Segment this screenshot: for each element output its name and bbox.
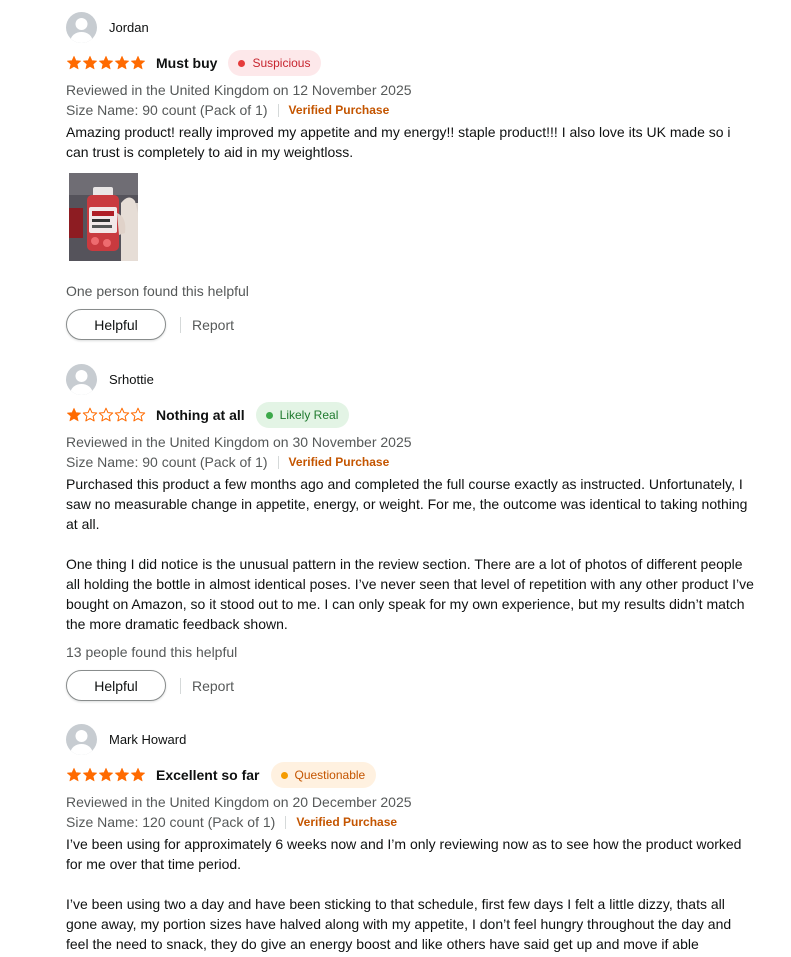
star-filled-icon bbox=[67, 55, 81, 70]
status-dot-icon bbox=[238, 59, 246, 67]
divider bbox=[277, 455, 279, 469]
review-body-paragraph: Amazing product! really improved my appe… bbox=[66, 124, 731, 160]
reviewer-profile[interactable]: Jordan bbox=[66, 11, 756, 43]
avatar bbox=[66, 11, 97, 43]
product-variant[interactable]: Size Name: 120 count (Pack of 1) bbox=[66, 814, 275, 830]
verified-purchase-badge: Verified Purchase bbox=[296, 815, 398, 829]
authenticity-badge-label: Likely Real bbox=[279, 408, 339, 422]
review-date: Reviewed in the United Kingdom on 12 Nov… bbox=[66, 82, 412, 98]
star-filled-icon bbox=[67, 407, 81, 422]
review-title[interactable]: Nothing at all bbox=[156, 407, 245, 423]
star-filled-icon bbox=[83, 767, 97, 782]
star-filled-icon bbox=[67, 767, 81, 782]
verified-purchase-badge: Verified Purchase bbox=[288, 103, 390, 117]
product-variant[interactable]: Size Name: 90 count (Pack of 1) bbox=[66, 102, 268, 118]
star-empty-icon bbox=[130, 407, 146, 422]
helpful-count: One person found this helpful bbox=[66, 283, 249, 299]
report-link[interactable]: Report bbox=[192, 678, 234, 694]
reviewer-profile[interactable]: Srhottie bbox=[66, 363, 756, 395]
helpful-button[interactable]: Helpful bbox=[66, 670, 166, 701]
authenticity-badge-label: Suspicious bbox=[252, 56, 311, 70]
divider bbox=[277, 103, 279, 117]
star-empty-icon bbox=[98, 407, 114, 422]
authenticity-badge: Likely Real bbox=[255, 402, 350, 428]
default-avatar-icon bbox=[70, 369, 93, 395]
star-filled-icon bbox=[83, 55, 97, 70]
verified-purchase-badge: Verified Purchase bbox=[288, 455, 390, 469]
star-filled-icon bbox=[131, 767, 145, 782]
review-title[interactable]: Excellent so far bbox=[156, 767, 260, 783]
product-bottle-photo bbox=[69, 173, 138, 261]
helpful-button[interactable]: Helpful bbox=[66, 309, 166, 340]
status-dot-icon bbox=[265, 411, 273, 419]
reviewer-name[interactable]: Mark Howard bbox=[109, 732, 186, 747]
review-body-paragraph: I’ve been using two a day and have been … bbox=[66, 896, 732, 952]
review-date: Reviewed in the United Kingdom on 30 Nov… bbox=[66, 434, 412, 450]
divider bbox=[180, 316, 181, 333]
default-avatar-icon bbox=[70, 729, 93, 755]
star-rating[interactable] bbox=[66, 55, 146, 71]
avatar bbox=[66, 363, 97, 395]
avatar bbox=[66, 723, 97, 755]
review-card: Mark Howard Excellent so far Questionabl… bbox=[66, 723, 756, 954]
star-rating[interactable] bbox=[66, 407, 146, 423]
review-body-paragraph: I’ve been using for approximately 6 week… bbox=[66, 836, 742, 872]
authenticity-badge: Questionable bbox=[270, 762, 377, 788]
review-card: Srhottie Nothing at all Likely Real Revi… bbox=[66, 363, 756, 701]
review-title[interactable]: Must buy bbox=[156, 55, 217, 71]
review-body-paragraph: One thing I did notice is the unusual pa… bbox=[66, 556, 754, 632]
helpful-count: 13 people found this helpful bbox=[66, 644, 238, 660]
review-card: Jordan Must buy Suspicious Reviewed in t… bbox=[66, 11, 756, 340]
star-filled-icon bbox=[99, 55, 113, 70]
star-filled-icon bbox=[99, 767, 113, 782]
reviewer-name[interactable]: Srhottie bbox=[109, 372, 154, 387]
review-date: Reviewed in the United Kingdom on 20 Dec… bbox=[66, 794, 412, 810]
default-avatar-icon bbox=[70, 17, 93, 43]
reviewer-name[interactable]: Jordan bbox=[109, 20, 149, 35]
review-image-thumbnail[interactable] bbox=[69, 173, 138, 261]
review-body-paragraph: Purchased this product a few months ago … bbox=[66, 476, 748, 532]
review-body: Purchased this product a few months ago … bbox=[66, 474, 756, 634]
authenticity-badge: Suspicious bbox=[228, 50, 322, 76]
review-body: Amazing product! really improved my appe… bbox=[66, 122, 756, 162]
divider bbox=[285, 815, 287, 829]
divider bbox=[180, 677, 181, 694]
product-variant[interactable]: Size Name: 90 count (Pack of 1) bbox=[66, 454, 268, 470]
star-rating[interactable] bbox=[66, 767, 146, 783]
review-body: I’ve been using for approximately 6 week… bbox=[66, 834, 756, 954]
status-dot-icon bbox=[280, 771, 288, 779]
report-link[interactable]: Report bbox=[192, 317, 234, 333]
star-filled-icon bbox=[131, 55, 145, 70]
star-filled-icon bbox=[115, 55, 129, 70]
reviewer-profile[interactable]: Mark Howard bbox=[66, 723, 756, 755]
star-empty-icon bbox=[82, 407, 98, 422]
star-filled-icon bbox=[115, 767, 129, 782]
authenticity-badge-label: Questionable bbox=[294, 768, 366, 782]
star-empty-icon bbox=[114, 407, 130, 422]
